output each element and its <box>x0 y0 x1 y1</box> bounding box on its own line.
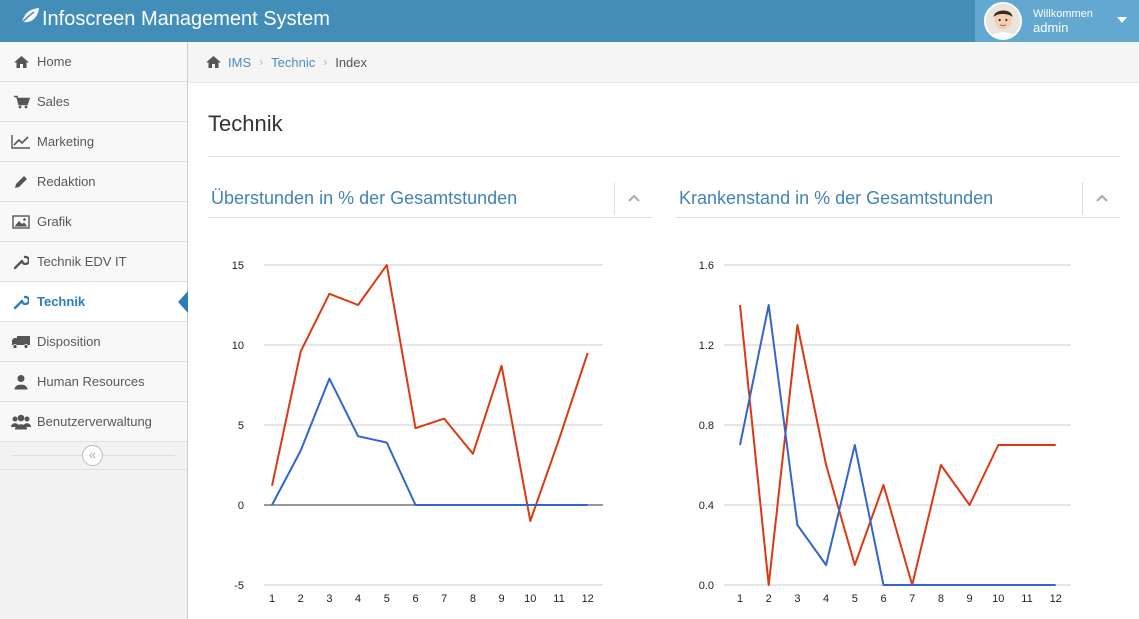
app-title: Infoscreen Management System <box>42 7 330 30</box>
sidebar-item-label: Technik <box>37 294 86 309</box>
sidebar-item-grafik[interactable]: Grafik <box>0 202 187 242</box>
chevron-up-icon <box>1095 189 1108 207</box>
widget-header-overtime: Überstunden in % der Gesamtstunden <box>208 182 652 218</box>
leaf-icon <box>20 7 40 31</box>
chevron-right-icon: › <box>323 55 328 69</box>
wrench-icon <box>11 294 31 310</box>
y-tick-label: 0 <box>238 500 244 512</box>
x-tick-label: 10 <box>524 593 536 605</box>
sidebar: Home Sales Marketing Redaktion Grafik Te… <box>0 42 188 619</box>
sidebar-item-technik-edv-it[interactable]: Technik EDV IT <box>0 242 187 282</box>
x-tick-label: 6 <box>880 593 886 605</box>
sidebar-item-benutzerverwaltung[interactable]: Benutzerverwaltung <box>0 402 187 442</box>
sick-leave-chart: 0.00.40.81.21.61 2 3 4 5 6 7 8 9 10 11 12 <box>699 260 1071 605</box>
x-tick-label: 5 <box>852 593 858 605</box>
widget-header-sick-leave: Krankenstand in % der Gesamtstunden <box>676 182 1120 218</box>
sidebar-collapse-row: « <box>0 442 187 470</box>
x-tick-label: 9 <box>967 593 973 605</box>
x-tick-label: 7 <box>909 593 915 605</box>
y-tick-label: 5 <box>238 420 244 432</box>
widget-title: Überstunden in % der Gesamtstunden <box>211 188 518 208</box>
x-tick-label: 6 <box>412 593 418 605</box>
x-tick-label: 12 <box>1050 593 1062 605</box>
collapse-widget-button[interactable] <box>1082 182 1120 214</box>
sidebar-item-human-resources[interactable]: Human Resources <box>0 362 187 402</box>
home-icon[interactable] <box>205 55 222 69</box>
x-tick-label: 2 <box>766 593 772 605</box>
page-title: Technik <box>208 111 283 136</box>
y-tick-label: -5 <box>234 580 244 592</box>
wrench-icon <box>11 254 31 270</box>
x-tick-label: 3 <box>794 593 800 605</box>
cart-icon <box>11 94 31 110</box>
sidebar-item-label: Technik EDV IT <box>37 254 127 269</box>
y-tick-label: 1.6 <box>699 260 714 272</box>
chart-line-icon <box>11 134 31 150</box>
breadcrumb-link-ims[interactable]: IMS <box>228 55 251 70</box>
pencil-icon <box>11 174 31 190</box>
x-tick-label: 2 <box>298 593 304 605</box>
sidebar-item-marketing[interactable]: Marketing <box>0 122 187 162</box>
sidebar-item-label: Grafik <box>37 214 72 229</box>
collapse-sidebar-button[interactable]: « <box>82 445 103 466</box>
overtime-chart: -50510151 2 3 4 5 6 7 8 9 10 11 12 <box>232 260 603 605</box>
navbar: Infoscreen Management System Willkommen … <box>0 0 1139 42</box>
x-tick-label: 1 <box>737 593 743 605</box>
x-tick-label: 4 <box>823 593 829 605</box>
chevron-up-icon <box>627 189 640 207</box>
x-tick-label: 8 <box>938 593 944 605</box>
user-menu[interactable]: Willkommen admin <box>975 0 1139 42</box>
users-icon <box>11 414 31 430</box>
y-tick-label: 0.4 <box>699 500 714 512</box>
sidebar-item-label: Disposition <box>37 334 101 349</box>
user-name: admin <box>1033 20 1069 35</box>
y-tick-label: 15 <box>232 260 244 272</box>
sidebar-item-technik[interactable]: Technik <box>0 282 188 322</box>
user-icon <box>11 374 31 390</box>
sidebar-item-label: Marketing <box>37 134 95 149</box>
series-line <box>271 264 589 522</box>
chevron-right-icon: › <box>259 55 264 69</box>
x-tick-label: 11 <box>553 593 564 605</box>
y-tick-label: 1.2 <box>699 340 714 352</box>
collapse-widget-button[interactable] <box>614 182 652 214</box>
picture-icon <box>11 214 31 230</box>
x-tick-label: 4 <box>355 593 361 605</box>
breadcrumb-link-technic[interactable]: Technic <box>271 55 315 70</box>
x-tick-label: 9 <box>499 593 505 605</box>
x-tick-label: 1 <box>269 593 275 605</box>
x-tick-label: 5 <box>384 593 390 605</box>
y-tick-label: 0.8 <box>699 420 714 432</box>
sidebar-item-label: Sales <box>37 94 70 109</box>
y-tick-label: 0.0 <box>699 580 714 592</box>
sidebar-item-redaktion[interactable]: Redaktion <box>0 162 187 202</box>
widget-title: Krankenstand in % der Gesamtstunden <box>679 188 994 208</box>
divider <box>208 156 1120 157</box>
sidebar-item-label: Home <box>37 54 72 69</box>
sidebar-item-sales[interactable]: Sales <box>0 82 187 122</box>
avatar <box>984 2 1022 40</box>
caret-down-icon <box>1117 17 1127 23</box>
sidebar-item-label: Redaktion <box>37 174 96 189</box>
x-tick-label: 7 <box>441 593 447 605</box>
truck-icon <box>11 334 31 350</box>
x-tick-label: 8 <box>470 593 476 605</box>
home-icon <box>11 54 31 70</box>
y-tick-label: 10 <box>232 340 244 352</box>
x-tick-label: 12 <box>582 593 594 605</box>
sidebar-item-label: Human Resources <box>37 374 145 389</box>
x-tick-label: 10 <box>992 593 1004 605</box>
user-greeting: Willkommen <box>1033 8 1093 20</box>
series-line <box>271 377 588 506</box>
breadcrumb: IMS › Technic › Index <box>188 42 1139 83</box>
sidebar-item-label: Benutzerverwaltung <box>37 414 152 429</box>
x-tick-label: 3 <box>326 593 332 605</box>
sidebar-item-disposition[interactable]: Disposition <box>0 322 187 362</box>
brand[interactable]: Infoscreen Management System <box>20 7 330 31</box>
x-tick-label: 11 <box>1021 593 1032 605</box>
breadcrumb-current: Index <box>335 54 368 70</box>
sidebar-item-home[interactable]: Home <box>0 42 187 82</box>
